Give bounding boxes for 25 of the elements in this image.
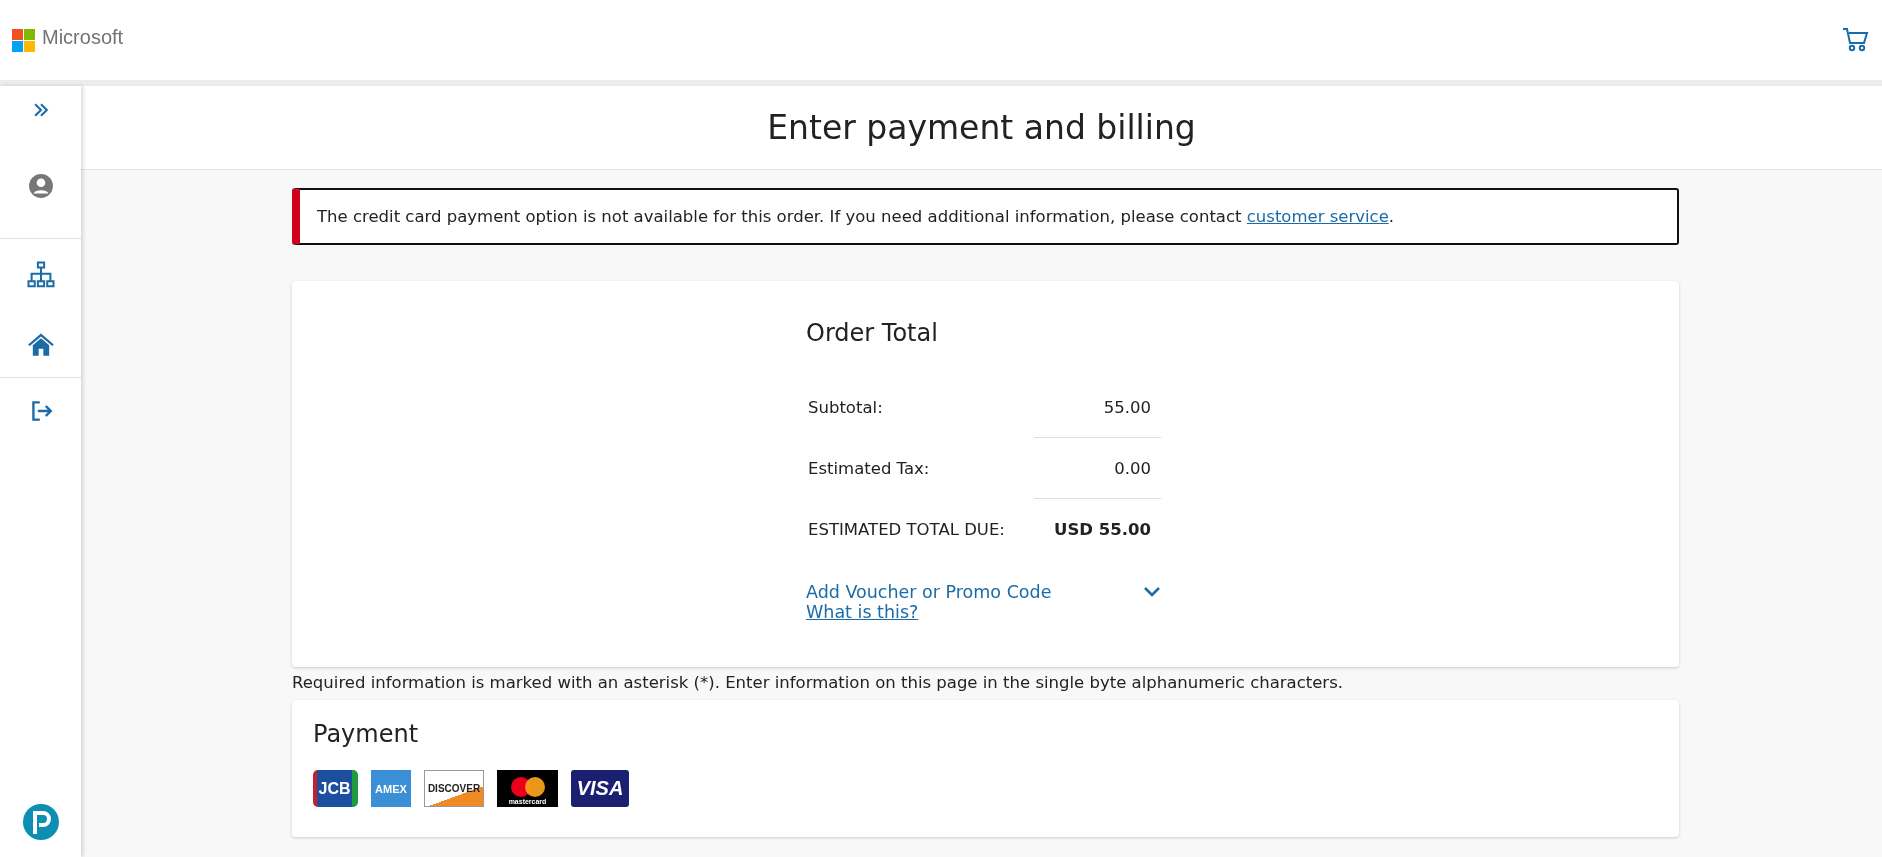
total-label: ESTIMATED TOTAL DUE: — [807, 520, 1006, 539]
card-brand-logo: JCB — [313, 770, 358, 807]
alert-message: The credit card payment option is not available for this order. If you need additional information, please contact customer service. — [317, 207, 1395, 226]
sitemap-icon — [25, 260, 56, 290]
total-label: Estimated Tax: — [807, 459, 931, 478]
required-info-note: Required information is marked with an asterisk (*). Enter information on this page in the single byte alphanumeric characters. — [292, 673, 1344, 692]
user-icon — [27, 173, 54, 199]
payment-title: Payment — [313, 720, 420, 748]
p-logo-icon — [22, 804, 59, 840]
order-total-title: Order Total — [806, 319, 939, 347]
customer-service-link[interactable]: customer service — [1246, 207, 1389, 226]
card-brand-logo: DISCOVER — [424, 770, 484, 807]
chevron-icon — [1143, 586, 1161, 598]
four-squares-logo-icon — [12, 28, 35, 52]
cart-icon[interactable] — [1842, 27, 1870, 53]
total-value: USD 55.00 — [1053, 519, 1152, 541]
total-value: 55.00 — [1034, 377, 1161, 438]
total-value: 0.00 — [1034, 438, 1161, 499]
total-label: Subtotal: — [807, 398, 884, 417]
page-title: Enter payment and billing — [767, 108, 1196, 147]
card-brand-logo: AMEX — [371, 770, 411, 807]
what-is-this-link[interactable]: What is this? — [806, 602, 919, 622]
voucher-toggle[interactable]: Add Voucher or Promo Code — [804, 582, 1161, 602]
card-brand-logo: VISA — [571, 770, 629, 807]
brand-name: Microsoft — [42, 25, 124, 49]
